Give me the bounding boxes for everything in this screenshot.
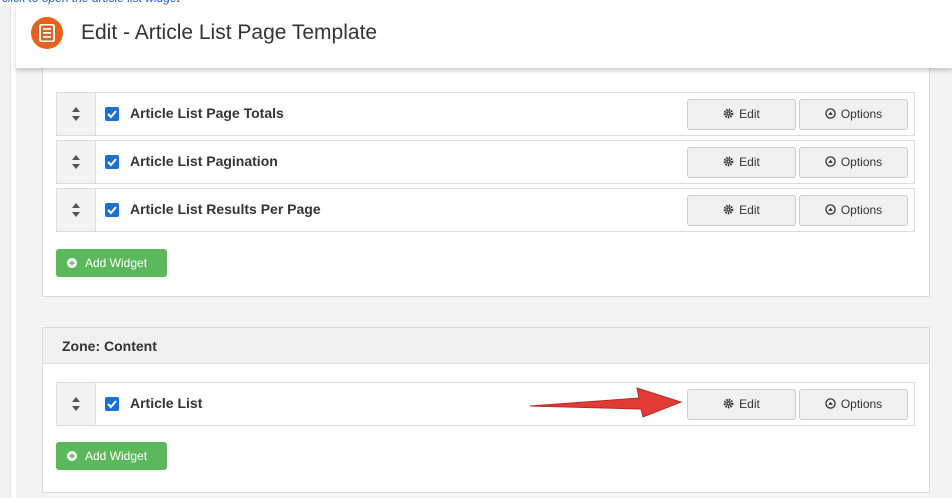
edit-button-label: Edit <box>739 203 760 217</box>
widget-label: Article List <box>130 395 203 411</box>
options-button-label: Options <box>840 397 883 411</box>
plus-circle-icon <box>67 451 77 461</box>
options-button-label: Options <box>840 107 883 121</box>
zone-header: Zone: Content <box>43 328 929 364</box>
options-icon <box>825 204 836 216</box>
edit-button[interactable]: Edit <box>687 99 796 130</box>
add-widget-label: Add Widget <box>85 449 148 463</box>
zone-title: Zone: Content <box>62 338 157 354</box>
red-arrow-annotation <box>529 387 683 418</box>
add-widget-label: Add Widget <box>85 256 148 270</box>
drag-handle-icon[interactable] <box>57 189 96 231</box>
content-area: Article List Page Totals Edit Options Ar… <box>16 64 952 498</box>
add-widget-button[interactable]: Add Widget <box>56 249 167 277</box>
edit-button[interactable]: Edit <box>687 147 796 178</box>
zone-panel: Article List Page Totals Edit Options Ar… <box>42 64 930 297</box>
edit-button-label: Edit <box>739 397 760 411</box>
gear-icon <box>723 108 734 119</box>
gear-icon <box>723 156 734 167</box>
widget-row: Article List Page Totals Edit Options <box>56 92 915 136</box>
options-button-label: Options <box>840 155 883 169</box>
widget-row: Article List Results Per Page Edit Optio… <box>56 188 915 232</box>
widget-label: Article List Page Totals <box>130 105 284 121</box>
widget-checkbox[interactable] <box>105 397 119 411</box>
gear-icon <box>723 204 734 215</box>
drag-handle-icon[interactable] <box>57 141 96 183</box>
widget-checkbox[interactable] <box>105 203 119 217</box>
edit-button-label: Edit <box>739 107 760 121</box>
options-icon <box>825 398 836 410</box>
edit-button[interactable]: Edit <box>687 389 796 420</box>
document-icon <box>31 17 63 49</box>
widget-checkbox[interactable] <box>105 107 119 121</box>
options-button[interactable]: Options <box>799 195 908 226</box>
drag-handle-icon[interactable] <box>57 383 96 425</box>
plus-circle-icon <box>67 258 77 268</box>
edit-button-label: Edit <box>739 155 760 169</box>
options-button-label: Options <box>840 203 883 217</box>
options-icon <box>825 156 836 168</box>
options-button[interactable]: Options <box>799 389 908 420</box>
widget-label: Article List Pagination <box>130 153 278 169</box>
add-widget-button[interactable]: Add Widget <box>56 442 167 470</box>
zone-panel: Zone: Content Article List Edit Options … <box>42 327 930 493</box>
edit-button[interactable]: Edit <box>687 195 796 226</box>
widget-row: Article List Pagination Edit Options <box>56 140 915 184</box>
widget-row: Article List Edit Options <box>56 382 915 426</box>
options-icon <box>825 108 836 120</box>
page-header: Edit - Article List Page Template <box>16 6 952 68</box>
gear-icon <box>723 398 734 409</box>
page-title: Edit - Article List Page Template <box>81 21 378 44</box>
options-button[interactable]: Options <box>799 147 908 178</box>
left-rail <box>0 6 11 498</box>
widget-label: Article List Results Per Page <box>130 201 321 217</box>
drag-handle-icon[interactable] <box>57 93 96 135</box>
widget-checkbox[interactable] <box>105 155 119 169</box>
options-button[interactable]: Options <box>799 99 908 130</box>
